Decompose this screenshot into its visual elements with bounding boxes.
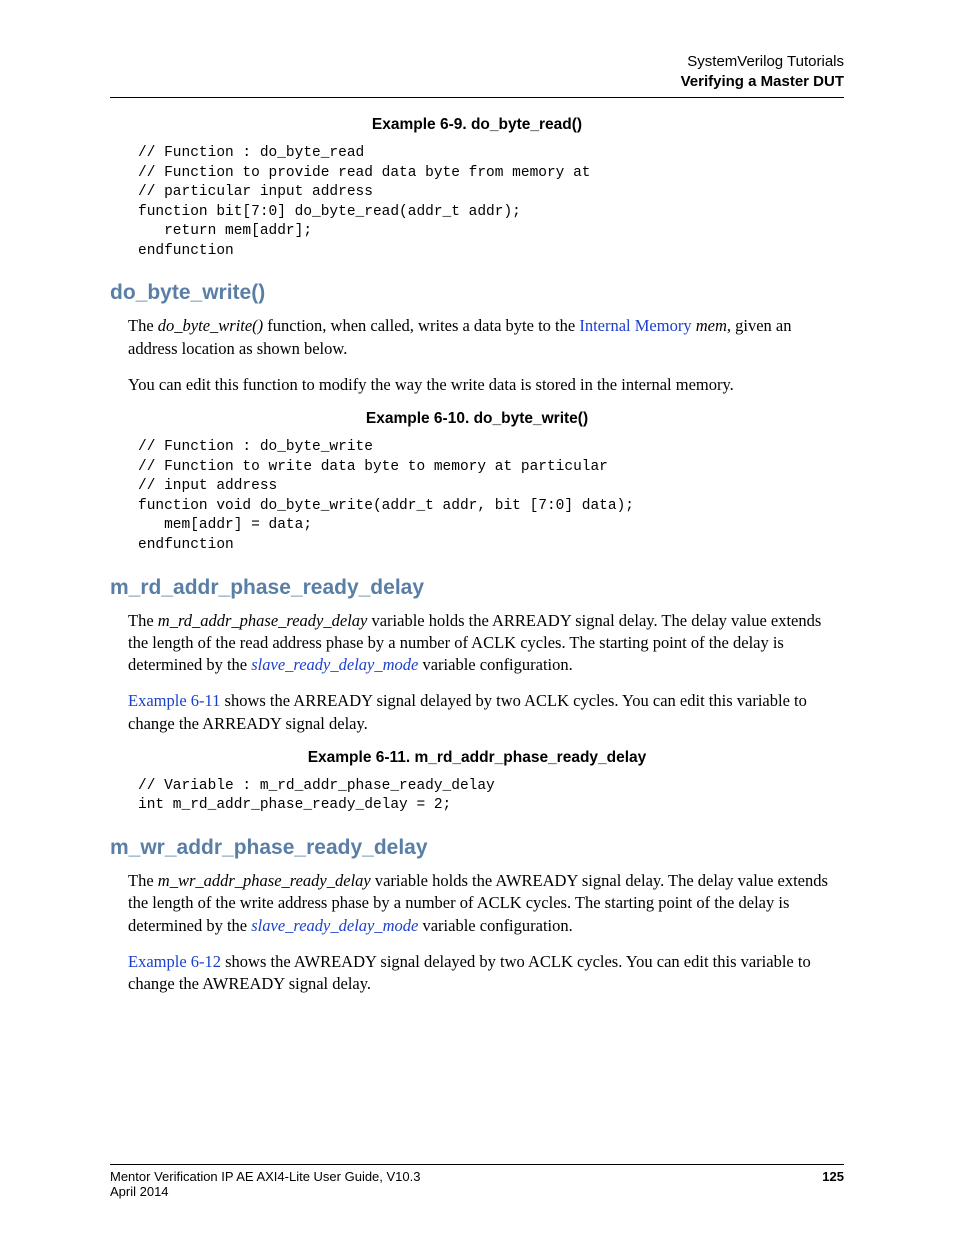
- heading-do-byte-write: do_byte_write(): [110, 281, 844, 305]
- footer-guide-title: Mentor Verification IP AE AXI4-Lite User…: [110, 1169, 420, 1184]
- heading-m-wr-addr-phase-ready-delay: m_wr_addr_phase_ready_delay: [110, 836, 844, 860]
- text: The: [128, 871, 158, 890]
- var-name: m_rd_addr_phase_ready_delay: [158, 611, 368, 630]
- example-6-10-title: Example 6-10. do_byte_write(): [110, 410, 844, 428]
- function-name: do_byte_write(): [158, 316, 263, 335]
- footer-date: April 2014: [110, 1184, 844, 1199]
- text: variable configuration.: [418, 655, 572, 674]
- heading-m-rd-addr-phase-ready-delay: m_rd_addr_phase_ready_delay: [110, 576, 844, 600]
- para-m-wr-1: The m_wr_addr_phase_ready_delay variable…: [128, 870, 844, 937]
- code-m-rd-delay: // Variable : m_rd_addr_phase_ready_dela…: [138, 777, 844, 816]
- link-example-6-11[interactable]: Example 6-11: [128, 691, 220, 710]
- link-slave-ready-delay-mode-2[interactable]: slave_ready_delay_mode: [251, 916, 418, 935]
- para-m-rd-1: The m_rd_addr_phase_ready_delay variable…: [128, 610, 844, 677]
- footer-rule: [110, 1164, 844, 1165]
- text: The: [128, 316, 158, 335]
- text: shows the AWREADY signal delayed by two …: [128, 952, 811, 993]
- example-6-11-title: Example 6-11. m_rd_addr_phase_ready_dela…: [110, 749, 844, 767]
- code-do-byte-write: // Function : do_byte_write // Function …: [138, 438, 844, 555]
- page-header: SystemVerilog Tutorials Verifying a Mast…: [110, 52, 844, 91]
- page-footer: Mentor Verification IP AE AXI4-Lite User…: [110, 1164, 844, 1199]
- code-do-byte-read: // Function : do_byte_read // Function t…: [138, 144, 844, 261]
- example-6-9-title: Example 6-9. do_byte_read(): [110, 116, 844, 134]
- page-container: SystemVerilog Tutorials Verifying a Mast…: [0, 0, 954, 1235]
- page-number: 125: [822, 1169, 844, 1184]
- text: function, when called, writes a data byt…: [263, 316, 579, 335]
- text: The: [128, 611, 158, 630]
- para-m-rd-2: Example 6-11 shows the ARREADY signal de…: [128, 690, 844, 735]
- link-internal-memory[interactable]: Internal Memory: [579, 316, 691, 335]
- link-example-6-12[interactable]: Example 6-12: [128, 952, 221, 971]
- header-line-2: Verifying a Master DUT: [110, 72, 844, 92]
- text: variable configuration.: [418, 916, 572, 935]
- var-name: m_wr_addr_phase_ready_delay: [158, 871, 371, 890]
- para-do-byte-write-2: You can edit this function to modify the…: [128, 374, 844, 396]
- var-mem: mem: [696, 316, 727, 335]
- link-slave-ready-delay-mode[interactable]: slave_ready_delay_mode: [251, 655, 418, 674]
- header-line-1: SystemVerilog Tutorials: [110, 52, 844, 72]
- header-rule: [110, 97, 844, 98]
- para-do-byte-write-1: The do_byte_write() function, when calle…: [128, 315, 844, 360]
- para-m-wr-2: Example 6-12 shows the AWREADY signal de…: [128, 951, 844, 996]
- text: shows the ARREADY signal delayed by two …: [128, 691, 807, 732]
